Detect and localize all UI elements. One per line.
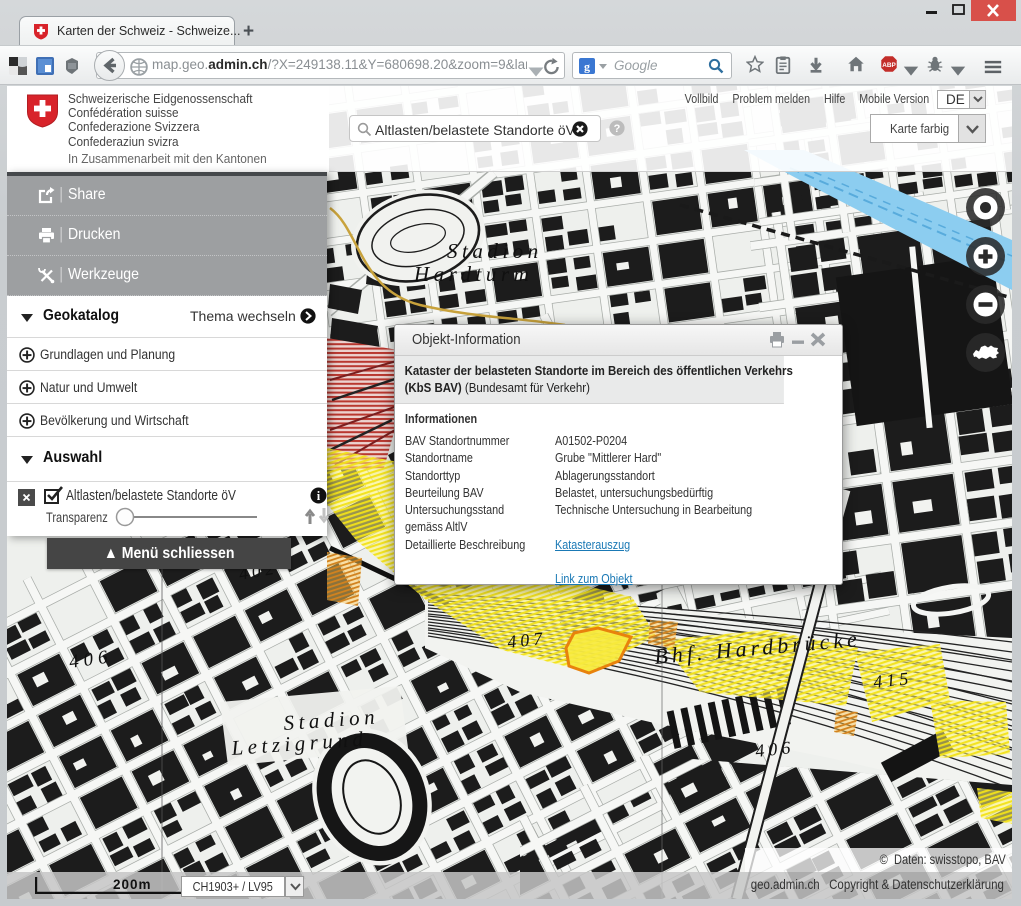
svg-text:Hardturm: Hardturm xyxy=(413,262,533,286)
svg-text:415: 415 xyxy=(872,668,913,692)
svg-text:ABP: ABP xyxy=(882,62,896,69)
svg-text:?: ? xyxy=(614,123,621,135)
svg-text:i: i xyxy=(317,489,321,503)
svg-text:406: 406 xyxy=(754,737,795,761)
svg-text:407: 407 xyxy=(506,628,547,652)
svg-text:200m: 200m xyxy=(113,877,152,892)
svg-text:Stadion: Stadion xyxy=(447,239,543,263)
svg-text:g: g xyxy=(584,60,590,74)
